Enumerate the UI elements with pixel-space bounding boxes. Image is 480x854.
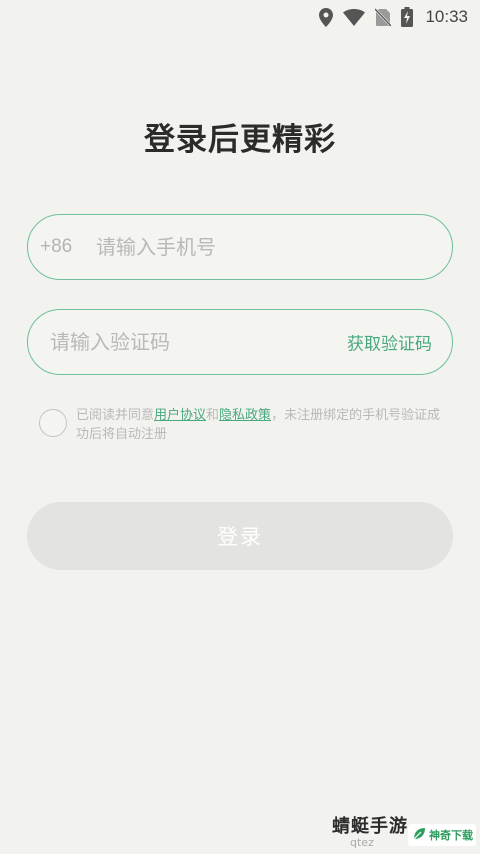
agreement-row: 已阅读并同意用户协议和隐私政策，未注册绑定的手机号验证成功后将自动注册	[39, 406, 449, 456]
watermark: 蜻蜓手游 qtez 神奇下载	[332, 806, 480, 854]
phone-input[interactable]	[96, 227, 416, 267]
no-sim-icon	[375, 7, 392, 27]
agreement-text: 已阅读并同意用户协议和隐私政策，未注册绑定的手机号验证成功后将自动注册	[76, 406, 451, 444]
page-title: 登录后更精彩	[144, 122, 336, 158]
get-code-button[interactable]: 获取验证码	[347, 330, 432, 355]
watermark-text: 蜻蜓手游	[332, 816, 408, 837]
leaf-icon	[412, 826, 426, 845]
country-code-prefix: +86	[40, 236, 73, 257]
battery-charging-icon	[401, 7, 414, 27]
agreement-text-before: 已阅读并同意	[76, 408, 155, 423]
privacy-policy-link[interactable]: 隐私政策	[219, 408, 271, 423]
watermark-badge-text: 神奇下载	[429, 829, 473, 842]
wifi-icon	[343, 8, 366, 26]
watermark-url: qtez	[350, 836, 374, 849]
verification-code-input[interactable]	[50, 322, 310, 362]
verification-code-field[interactable]: 获取验证码	[27, 309, 453, 375]
status-time: 10:33	[425, 7, 468, 26]
login-button[interactable]: 登录	[27, 502, 453, 570]
agreement-and: 和	[206, 408, 220, 423]
location-icon	[319, 7, 334, 27]
status-icons: 10:33	[319, 4, 468, 30]
user-agreement-link[interactable]: 用户协议	[154, 408, 206, 423]
status-bar: 10:33	[0, 0, 480, 34]
phone-field[interactable]: +86	[27, 214, 453, 280]
watermark-badge: 神奇下载	[408, 824, 476, 846]
agreement-checkbox[interactable]	[39, 409, 67, 437]
